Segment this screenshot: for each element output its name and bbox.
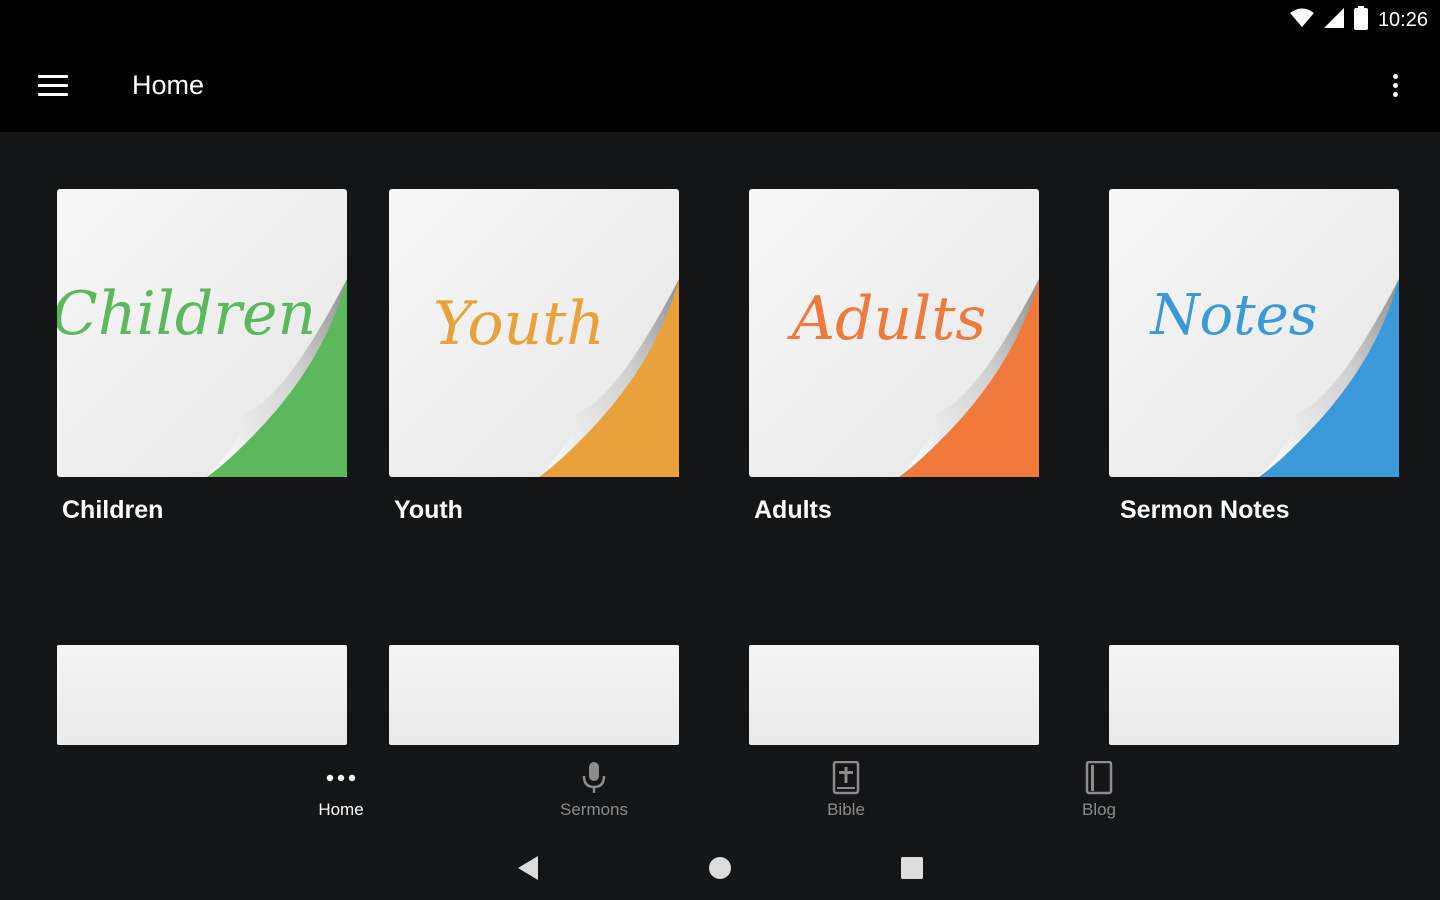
status-icons: 10:26	[1289, 5, 1428, 35]
bible-icon	[766, 758, 926, 798]
nav-sermons-label: Sermons	[559, 800, 629, 819]
tile-caption-youth: Youth	[394, 496, 463, 524]
tile-caption-children: Children	[62, 496, 164, 524]
nav-blog-label: Blog	[1081, 800, 1117, 819]
nav-sermons[interactable]: Sermons	[514, 758, 674, 832]
tile-adults[interactable]: Adults	[749, 189, 1039, 477]
book-icon	[1019, 758, 1179, 798]
nav-bible[interactable]: Bible	[766, 758, 926, 832]
app-bar: Home	[0, 40, 1440, 132]
status-time: 10:26	[1377, 8, 1428, 31]
more-vert-icon[interactable]	[1380, 70, 1410, 102]
battery-icon	[1353, 5, 1368, 35]
tile-caption-sermon-notes: Sermon Notes	[1120, 496, 1290, 524]
wifi-icon	[1289, 8, 1314, 33]
system-navigation-bar	[0, 836, 1440, 900]
tile-sermon-notes[interactable]: Notes	[1109, 189, 1399, 477]
nav-blog[interactable]: Blog	[1019, 758, 1179, 832]
tile-row2-4[interactable]	[1109, 645, 1399, 745]
tile-row2-2[interactable]	[389, 645, 679, 745]
back-icon[interactable]	[508, 850, 548, 886]
nav-home[interactable]: Home	[261, 758, 421, 832]
more-horiz-icon	[261, 758, 421, 798]
tile-row2-3[interactable]	[749, 645, 1039, 745]
status-bar: 10:26	[0, 0, 1440, 40]
hamburger-menu-icon[interactable]	[38, 73, 70, 99]
microphone-icon	[514, 758, 674, 798]
recents-icon[interactable]	[892, 850, 932, 886]
bottom-navigation: Home Sermons Bible Blog	[0, 748, 1440, 836]
youth-page-curl-image: Youth	[389, 189, 679, 477]
svg-text:Notes: Notes	[1148, 283, 1317, 348]
tile-caption-adults: Adults	[754, 496, 832, 524]
signal-icon	[1323, 7, 1344, 33]
tile-children[interactable]: Children	[57, 189, 347, 477]
svg-text:Adults: Adults	[787, 284, 986, 354]
adults-page-curl-image: Adults	[749, 189, 1039, 477]
children-page-curl-image: Children	[57, 189, 347, 477]
nav-bible-label: Bible	[827, 800, 865, 819]
tile-youth[interactable]: Youth	[389, 189, 679, 477]
page-title: Home	[132, 70, 205, 100]
svg-text:Children: Children	[57, 279, 316, 349]
notes-page-curl-image: Notes	[1109, 189, 1399, 477]
nav-home-label: Home	[318, 800, 364, 819]
tile-row2-1[interactable]	[57, 645, 347, 745]
svg-text:Youth: Youth	[433, 289, 605, 359]
home-icon[interactable]	[700, 850, 740, 886]
